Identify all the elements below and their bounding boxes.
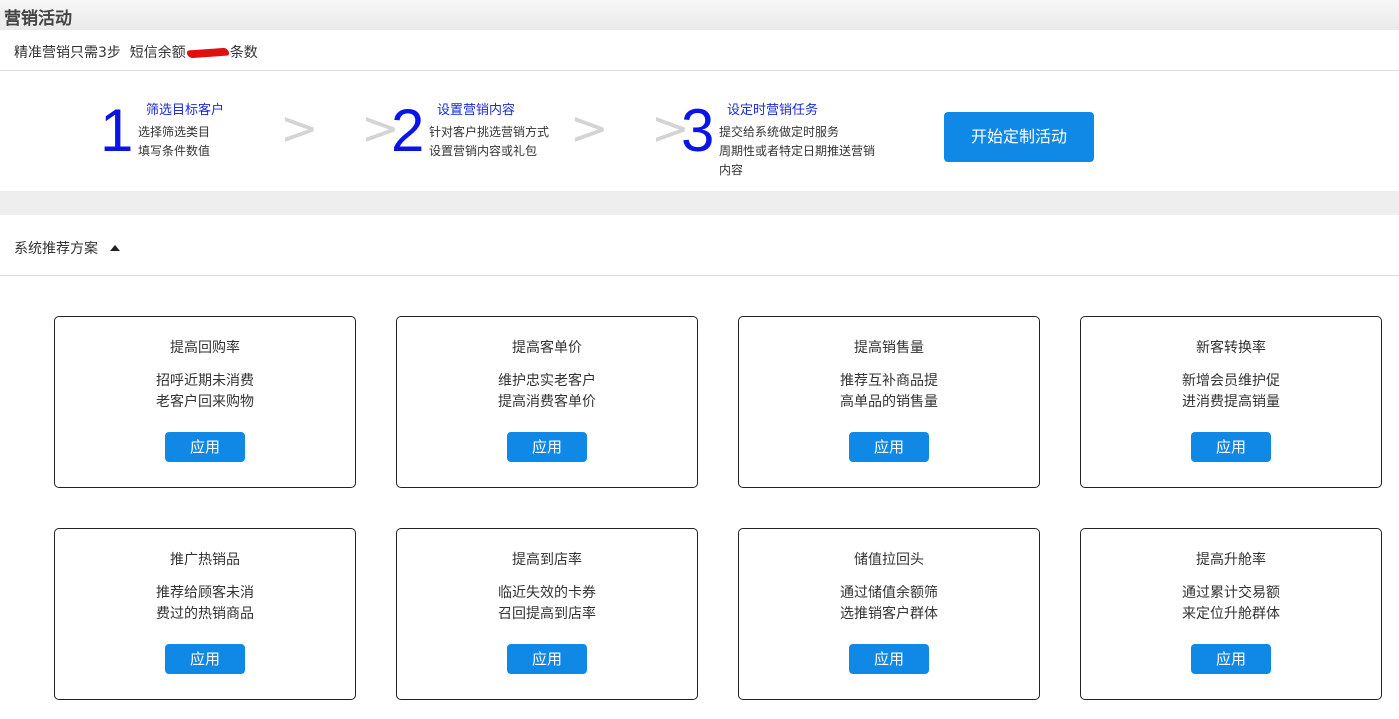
card-description: 通过储值余额筛 选推销客户群体: [739, 583, 1039, 625]
card-desc-line: 通过累计交易额: [1182, 585, 1280, 601]
redacted-sms-count: [186, 47, 230, 59]
card-title: 提高升舱率: [1196, 552, 1266, 568]
step-heading: 设置营销内容: [437, 103, 516, 118]
apply-button[interactable]: 应用: [849, 644, 929, 674]
step-desc-line: 填写条件数值: [138, 144, 211, 158]
card-desc-line: 进消费提高销量: [1182, 394, 1280, 410]
steps-section: 1 筛选目标客户 选择筛选类目 填写条件数值 > > 2 设置营销内容 针对客户…: [0, 71, 1399, 191]
card-desc-line: 选推销客户群体: [840, 606, 938, 622]
card-stored-value-return: 储值拉回头 通过储值余额筛 选推销客户群体 应用: [738, 528, 1040, 700]
apply-button[interactable]: 应用: [849, 432, 929, 462]
card-desc-line: 来定位升舱群体: [1182, 606, 1280, 622]
title-bar: 营销活动: [0, 0, 1399, 30]
step-description: 提交给系统做定时服务 周期性或者特定日期推送营销 内容: [719, 123, 875, 180]
step-description: 选择筛选类目 填写条件数值: [138, 123, 210, 161]
apply-button[interactable]: 应用: [165, 432, 245, 462]
card-title: 推广热销品: [170, 552, 240, 568]
step-description: 针对客户挑选营销方式 设置营销内容或礼包: [429, 123, 549, 161]
card-description: 通过累计交易额 来定位升舱群体: [1081, 583, 1381, 625]
apply-button[interactable]: 应用: [1191, 432, 1271, 462]
card-new-customer-conversion: 新客转换率 新增会员维护促 进消费提高销量 应用: [1080, 316, 1382, 488]
card-desc-line: 推荐给顾客未消: [156, 585, 254, 601]
recommend-cards: 提高回购率 招呼近期未消费 老客户回来购物 应用 提高客单价 维护忠实老客户 提…: [0, 276, 1399, 716]
apply-button[interactable]: 应用: [165, 644, 245, 674]
recommend-header: 系统推荐方案: [0, 215, 1399, 276]
step-desc-line: 周期性或者特定日期推送营销: [719, 144, 876, 158]
card-store-visit-rate: 提高到店率 临近失效的卡券 召回提高到店率 应用: [396, 528, 698, 700]
step-desc-line: 内容: [719, 163, 744, 177]
step-number: 2: [391, 97, 425, 164]
card-title: 提高销售量: [854, 340, 924, 356]
card-title: 提高客单价: [512, 340, 582, 356]
card-sales-volume: 提高销售量 推荐互补商品提 高单品的销售量 应用: [738, 316, 1040, 488]
card-desc-line: 维护忠实老客户: [498, 373, 596, 389]
card-desc-line: 高单品的销售量: [840, 394, 938, 410]
step-heading: 筛选目标客户: [146, 103, 225, 118]
card-desc-line: 召回提高到店率: [498, 606, 596, 622]
card-desc-line: 通过储值余额筛: [840, 585, 938, 601]
card-title: 提高回购率: [170, 340, 240, 356]
recommend-label[interactable]: 系统推荐方案: [14, 238, 98, 258]
card-avg-order-value: 提高客单价 维护忠实老客户 提高消费客单价 应用: [396, 316, 698, 488]
card-description: 推荐给顾客未消 费过的热销商品: [55, 583, 355, 625]
start-custom-campaign-button[interactable]: 开始定制活动: [944, 112, 1094, 162]
card-promote-hot-items: 推广热销品 推荐给顾客未消 费过的热销商品 应用: [54, 528, 356, 700]
card-title: 新客转换率: [1196, 340, 1266, 356]
card-description: 临近失效的卡券 召回提高到店率: [397, 583, 697, 625]
card-upgrade-rate: 提高升舱率 通过累计交易额 来定位升舱群体 应用: [1080, 528, 1382, 700]
card-description: 招呼近期未消费 老客户回来购物: [55, 371, 355, 413]
card-desc-line: 费过的热销商品: [156, 606, 254, 622]
info-bar: 精准营销只需3步 短信余额 条数: [0, 30, 1399, 71]
card-desc-line: 推荐互补商品提: [840, 373, 938, 389]
card-description: 新增会员维护促 进消费提高销量: [1081, 371, 1381, 413]
card-description: 推荐互补商品提 高单品的销售量: [739, 371, 1039, 413]
step-heading: 设定时营销任务: [727, 103, 819, 118]
caret-up-icon[interactable]: [110, 245, 120, 251]
card-title: 提高到店率: [512, 552, 582, 568]
card-description: 维护忠实老客户 提高消费客单价: [397, 371, 697, 413]
card-desc-line: 招呼近期未消费: [156, 373, 254, 389]
page-title: 营销活动: [4, 9, 72, 29]
section-divider: [0, 191, 1399, 215]
info-suffix: 条数: [229, 45, 258, 61]
card-repurchase-rate: 提高回购率 招呼近期未消费 老客户回来购物 应用: [54, 316, 356, 488]
card-desc-line: 老客户回来购物: [156, 394, 254, 410]
apply-button[interactable]: 应用: [507, 432, 587, 462]
step-desc-line: 提交给系统做定时服务: [719, 125, 840, 139]
info-prefix: 精准营销只需3步 短信余额: [14, 45, 186, 61]
card-desc-line: 新增会员维护促: [1182, 373, 1280, 389]
step-number: 3: [681, 97, 715, 164]
apply-button[interactable]: 应用: [507, 644, 587, 674]
card-desc-line: 临近失效的卡券: [498, 585, 596, 601]
step-desc-line: 选择筛选类目: [138, 125, 211, 139]
card-desc-line: 提高消费客单价: [498, 394, 596, 410]
step-number: 1: [100, 97, 134, 164]
apply-button[interactable]: 应用: [1191, 644, 1271, 674]
card-title: 储值拉回头: [854, 552, 924, 568]
step-desc-line: 针对客户挑选营销方式: [429, 125, 550, 139]
sms-balance-text: 精准营销只需3步 短信余额 条数: [14, 42, 258, 62]
step-desc-line: 设置营销内容或礼包: [429, 144, 538, 158]
